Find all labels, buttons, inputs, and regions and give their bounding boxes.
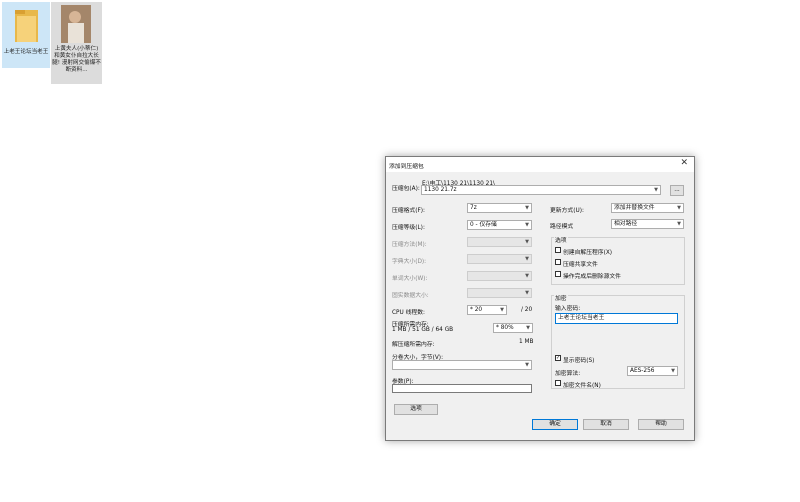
dialog-title: 添加到压缩包 <box>389 164 424 170</box>
desktop-icon-folder[interactable]: 上老王论坛当老王 <box>2 2 50 68</box>
chevron-down-icon: ▼ <box>500 307 504 313</box>
archive-label: 压缩包(A): <box>392 186 420 192</box>
options-button[interactable]: 选项 <box>394 404 438 415</box>
desktop-icon-label: 上老王论坛当老王 <box>3 49 49 55</box>
mem-percent-value: * 80% <box>496 325 514 331</box>
split-select[interactable]: ▼ <box>392 360 532 370</box>
update-label: 更新方式(U): <box>550 208 584 214</box>
format-value: 7z <box>470 205 477 211</box>
add-to-archive-dialog: 添加到压缩包 ✕ 压缩包(A): E:\电工\1130 21\1130 21\ … <box>385 156 695 441</box>
mem-usage-detail: 1 MB / 51 GB / 64 GB <box>392 327 454 333</box>
archive-name-value: 1130 21.7z <box>424 187 457 193</box>
threads-label: CPU 线程数: <box>392 310 425 316</box>
update-value: 添加并替换文件 <box>614 205 655 211</box>
threads-value: * 20 <box>470 307 483 313</box>
chevron-down-icon: ▼ <box>677 221 681 227</box>
encryption-method-select[interactable]: AES-256 ▼ <box>627 366 678 376</box>
folder-icon <box>15 10 38 42</box>
level-label: 压缩等级(L): <box>392 225 425 231</box>
solid-label: 固实数据大小: <box>392 293 429 299</box>
desktop-icon-file[interactable]: 上黄夫人(小蒂仁)和黄女仆自拉大长腿! 漫射网交偷爆不断资料... <box>51 2 102 84</box>
delete-checkbox[interactable] <box>555 271 561 277</box>
chevron-down-icon: ▼ <box>525 205 529 211</box>
chevron-down-icon: ▼ <box>525 256 529 262</box>
show-password-checkbox[interactable]: ✓ <box>555 355 561 361</box>
chevron-down-icon: ▼ <box>525 222 529 228</box>
dict-label: 字典大小(D): <box>392 259 427 265</box>
decomp-mem-label: 解压缩所需内存: <box>392 342 435 348</box>
cancel-button[interactable]: 取消 <box>583 419 629 430</box>
chevron-down-icon: ▼ <box>525 273 529 279</box>
sfx-checkbox[interactable] <box>555 247 561 253</box>
chevron-down-icon: ▼ <box>671 368 675 374</box>
encrypt-names-checkbox[interactable] <box>555 380 561 386</box>
show-password-label: 显示密码(S) <box>563 358 595 364</box>
help-button[interactable]: 帮助 <box>638 419 684 430</box>
method-select[interactable]: ▼ <box>467 237 532 247</box>
pathmode-select[interactable]: 相对路径 ▼ <box>611 219 684 229</box>
format-label: 压缩格式(F): <box>392 208 425 214</box>
threads-max: / 20 <box>521 307 533 313</box>
pathmode-label: 路径模式 <box>550 224 574 230</box>
archive-name-combo[interactable]: 1130 21.7z ▼ <box>421 185 661 195</box>
level-select[interactable]: 0 - 仅存储 ▼ <box>467 220 532 230</box>
chevron-down-icon: ▼ <box>677 205 681 211</box>
image-thumbnail <box>61 5 91 43</box>
encryption-method-label: 加密算法: <box>555 371 581 377</box>
word-select[interactable]: ▼ <box>467 271 532 281</box>
options-group-title: 选项 <box>554 235 568 244</box>
mem-percent-select[interactable]: * 80% ▼ <box>493 323 533 333</box>
sfx-label: 创建自解压程序(X) <box>563 250 613 256</box>
dict-select[interactable]: ▼ <box>467 254 532 264</box>
shared-checkbox[interactable] <box>555 259 561 265</box>
encrypt-names-label: 加密文件名(N) <box>563 383 601 389</box>
shared-label: 压缩共享文件 <box>563 262 598 268</box>
chevron-down-icon: ▼ <box>525 290 529 296</box>
format-select[interactable]: 7z ▼ <box>467 203 532 213</box>
browse-button[interactable]: ... <box>670 185 684 196</box>
ok-button[interactable]: 确定 <box>532 419 578 430</box>
chevron-down-icon: ▼ <box>526 325 530 331</box>
desktop-icon-label: 上黄夫人(小蒂仁)和黄女仆自拉大长腿! 漫射网交偷爆不断资料... <box>52 46 101 73</box>
close-icon[interactable]: ✕ <box>680 158 688 168</box>
method-label: 压缩方法(M): <box>392 242 427 248</box>
encryption-method-value: AES-256 <box>630 368 655 374</box>
chevron-down-icon: ▼ <box>525 239 529 245</box>
title-bar: 添加到压缩包 ✕ <box>386 157 694 172</box>
level-value: 0 - 仅存储 <box>470 222 497 228</box>
chevron-down-icon: ▼ <box>525 362 529 368</box>
solid-select[interactable]: ▼ <box>467 288 532 298</box>
threads-select[interactable]: * 20 ▼ <box>467 305 507 315</box>
pathmode-value: 相对路径 <box>614 221 638 227</box>
password-input[interactable]: 上老王论坛当老王 <box>555 313 678 324</box>
delete-label: 操作完成后删除源文件 <box>563 274 621 280</box>
params-input[interactable] <box>392 384 532 393</box>
word-label: 单词大小(W): <box>392 276 428 282</box>
encryption-group-title: 加密 <box>554 293 568 302</box>
chevron-down-icon: ▼ <box>654 187 658 193</box>
password-label: 输入密码: <box>555 306 581 312</box>
update-select[interactable]: 添加并替换文件 ▼ <box>611 203 684 213</box>
decomp-mem-value: 1 MB <box>519 339 534 345</box>
